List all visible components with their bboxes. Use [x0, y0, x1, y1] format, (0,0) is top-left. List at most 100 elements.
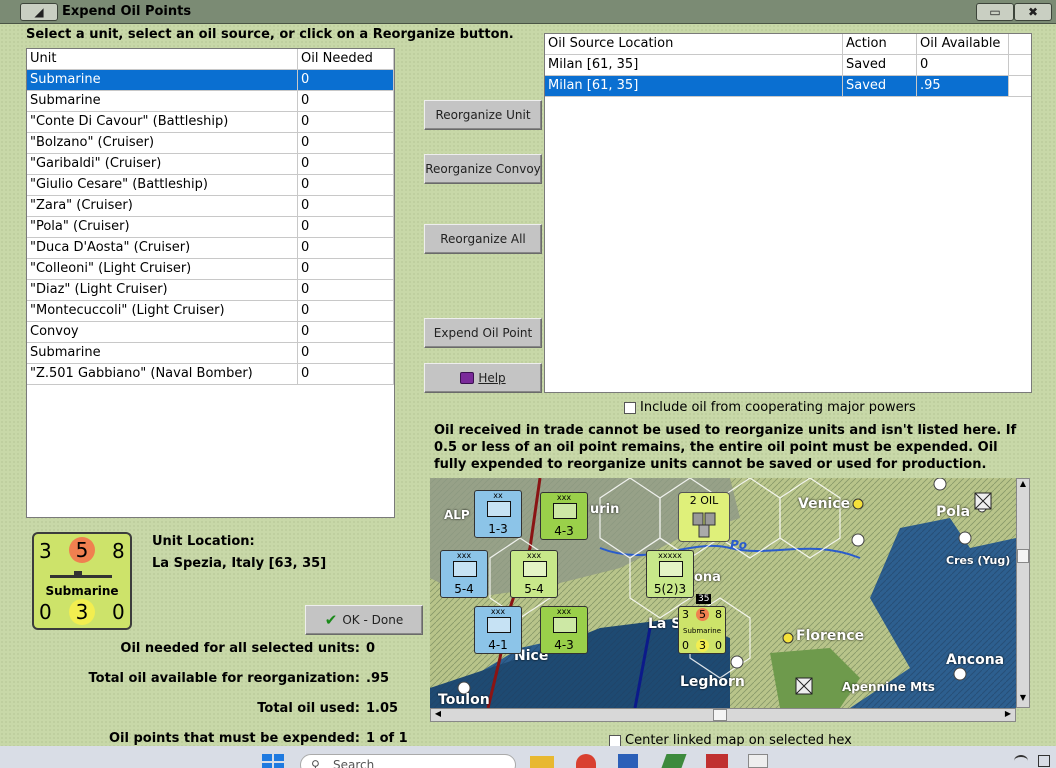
- table-row[interactable]: "Garibaldi" (Cruiser) 0: [27, 154, 394, 175]
- table-row[interactable]: "Colleoni" (Light Cruiser) 0: [27, 259, 394, 280]
- counter-attack: 3: [39, 539, 52, 563]
- table-row[interactable]: Milan [61, 35] Saved 0: [545, 55, 1031, 76]
- units-table-header: Unit Oil Needed: [27, 49, 394, 70]
- map-submarine-counter[interactable]: 3 5 8 Submarine 0 3 0: [678, 606, 726, 654]
- map-unit-counter[interactable]: xxx 4-3: [540, 606, 588, 654]
- table-row[interactable]: Submarine 0: [27, 91, 394, 112]
- units-table[interactable]: Unit Oil Needed Submarine 0 Submarine 0 "Con…: [26, 48, 395, 518]
- windows-start-icon[interactable]: [262, 754, 284, 768]
- table-row[interactable]: "Z.501 Gabbiano" (Naval Bomber) 0: [27, 364, 394, 385]
- include-oil-checkbox-row[interactable]: Include oil from cooperating major power…: [624, 400, 916, 415]
- map-label-apennine: Apennine Mts: [842, 680, 935, 694]
- table-row[interactable]: "Diaz" (Light Cruiser) 0: [27, 280, 394, 301]
- map-unit-counter[interactable]: xxx 5-4: [440, 550, 488, 598]
- window-menu-button[interactable]: ◢: [20, 3, 58, 21]
- table-row[interactable]: "Montecuccoli" (Light Cruiser) 0: [27, 301, 394, 322]
- reorganize-all-button[interactable]: Reorganize All: [424, 224, 542, 254]
- map-unit-counter[interactable]: xxx 5-4: [510, 550, 558, 598]
- oil-needed-cell: 0: [298, 133, 394, 153]
- map-label-toulon: Toulon: [438, 692, 490, 708]
- help-book-icon: [460, 372, 475, 384]
- include-oil-checkbox[interactable]: [624, 401, 636, 414]
- table-row[interactable]: Convoy 0: [27, 322, 394, 343]
- map-unit-counter[interactable]: xxx 4-3: [540, 492, 588, 540]
- instruction-text: Select a unit, select an oil source, or …: [26, 27, 514, 42]
- search-icon: ⚲: [311, 758, 320, 768]
- taskbar: ⚲ Search: [0, 746, 1056, 768]
- word-icon[interactable]: [618, 754, 638, 768]
- oil-needed-cell: 0: [298, 154, 394, 174]
- minimize-button[interactable]: ▭: [976, 3, 1014, 21]
- map-counter-tm: 5: [696, 608, 709, 621]
- speaker-icon[interactable]: [1038, 755, 1050, 767]
- oil-source-table[interactable]: Oil Source Location Action Oil Available…: [544, 33, 1032, 393]
- reorganize-convoy-button[interactable]: Reorganize Convoy: [424, 154, 542, 184]
- map-unit-counter[interactable]: xxxxx 5(2)3: [646, 550, 694, 598]
- unit-name-cell: "Conte Di Cavour" (Battleship): [27, 112, 299, 132]
- oil-available-cell: .95: [917, 76, 1009, 96]
- oil-needed-cell: 0: [298, 322, 394, 342]
- table-row[interactable]: "Zara" (Cruiser) 0: [27, 196, 394, 217]
- table-row[interactable]: "Conte Di Cavour" (Battleship) 0: [27, 112, 394, 133]
- table-row[interactable]: "Bolzano" (Cruiser) 0: [27, 133, 394, 154]
- table-row[interactable]: "Giulio Cesare" (Battleship) 0: [27, 175, 394, 196]
- oil-barrels-icon: [692, 512, 716, 538]
- map-unit-counter[interactable]: xx 1-3: [474, 490, 522, 538]
- wifi-icon[interactable]: [1014, 755, 1028, 767]
- unit-name-cell: "Montecuccoli" (Light Cruiser): [27, 301, 299, 321]
- oil-needed-cell: 0: [298, 112, 394, 132]
- oil-needed-cell: 0: [298, 364, 394, 384]
- column-header-oil-available[interactable]: Oil Available: [917, 34, 1009, 54]
- map-label-ancona: Ancona: [946, 652, 1005, 668]
- column-header-action[interactable]: Action: [843, 34, 917, 54]
- map-counter-tr: 8: [715, 608, 722, 621]
- table-row[interactable]: Milan [61, 35] Saved .95: [545, 76, 1031, 97]
- source-location-cell: Milan [61, 35]: [545, 55, 843, 75]
- unit-size-label: xxx: [490, 607, 506, 616]
- table-row[interactable]: "Duca D'Aosta" (Cruiser) 0: [27, 238, 394, 259]
- expend-oil-point-button[interactable]: Expend Oil Point: [424, 318, 542, 348]
- app-icon-game[interactable]: [706, 754, 728, 768]
- map-unit-counter[interactable]: xxx 4-1: [474, 606, 522, 654]
- window-title: Expend Oil Points: [62, 4, 192, 19]
- help-button[interactable]: Help: [424, 363, 542, 393]
- oil-resource-marker[interactable]: 2 OIL: [678, 492, 730, 542]
- app-icon-green[interactable]: [661, 754, 687, 768]
- map-horizontal-scrollbar[interactable]: ◀ ▶: [430, 708, 1016, 722]
- linked-map[interactable]: ALP urin Venice Pola Po Cres (Yug) ona L…: [430, 478, 1016, 708]
- counter-top-right: 8: [112, 539, 125, 563]
- oil-needed-cell: 0: [298, 70, 394, 90]
- map-label-turin: urin: [590, 502, 620, 517]
- taskbar-search-box[interactable]: ⚲ Search: [300, 754, 516, 768]
- column-header-oil-needed[interactable]: Oil Needed: [298, 49, 394, 69]
- scroll-right-icon[interactable]: ▶: [1001, 709, 1015, 721]
- counter-bot-right: 0: [112, 600, 125, 624]
- file-explorer-icon[interactable]: [530, 756, 554, 768]
- unit-name-cell: "Colleoni" (Light Cruiser): [27, 259, 299, 279]
- table-row[interactable]: Submarine 0: [27, 343, 394, 364]
- column-header-unit[interactable]: Unit: [27, 49, 299, 69]
- oil-needed-cell: 0: [298, 175, 394, 195]
- scroll-down-icon[interactable]: ▼: [1017, 693, 1029, 707]
- app-icon-doc[interactable]: [748, 754, 768, 768]
- close-icon: ✖: [1027, 5, 1039, 19]
- scroll-left-icon[interactable]: ◀: [431, 709, 445, 721]
- infantry-symbol-icon: [487, 501, 511, 517]
- source-location-cell: Milan [61, 35]: [545, 76, 843, 96]
- unit-strength-label: 4-3: [554, 524, 574, 538]
- infantry-symbol-icon: [553, 503, 577, 519]
- oil-needed-label: Oil needed for all selected units:: [120, 641, 360, 656]
- map-vertical-scrollbar[interactable]: ▲ ▼: [1016, 478, 1030, 708]
- horizontal-scroll-thumb[interactable]: [713, 709, 727, 721]
- vertical-scroll-thumb[interactable]: [1017, 549, 1029, 563]
- oil-needed-cell: 0: [298, 91, 394, 111]
- chrome-icon[interactable]: [576, 754, 596, 768]
- table-row[interactable]: "Pola" (Cruiser) 0: [27, 217, 394, 238]
- ok-done-button[interactable]: ✔ OK - Done: [305, 605, 423, 635]
- reorganize-unit-button[interactable]: Reorganize Unit: [424, 100, 542, 130]
- column-header-source-location[interactable]: Oil Source Location: [545, 34, 843, 54]
- table-row[interactable]: Submarine 0: [27, 70, 394, 91]
- center-map-checkbox[interactable]: [609, 734, 621, 747]
- scroll-up-icon[interactable]: ▲: [1017, 479, 1029, 493]
- close-button[interactable]: ✖: [1014, 3, 1052, 21]
